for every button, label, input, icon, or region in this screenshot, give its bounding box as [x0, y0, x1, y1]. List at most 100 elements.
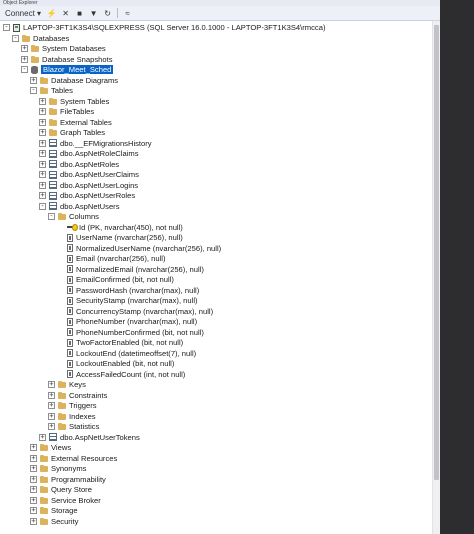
tree-node[interactable]: + Views — [30, 443, 71, 454]
tree-node-label: Triggers — [69, 401, 97, 411]
tree-node[interactable]: NormalizedUserName (nvarchar(256), null) — [57, 243, 221, 254]
tree-node[interactable]: PhoneNumber (nvarchar(max), null) — [57, 317, 197, 328]
expand-icon[interactable]: + — [39, 139, 46, 147]
tree-node[interactable]: + Indexes — [48, 411, 96, 422]
tree-node[interactable]: + Storage — [30, 506, 78, 517]
tree-node[interactable]: - Tables — [30, 86, 73, 97]
tree-node[interactable]: + Keys — [48, 380, 86, 391]
folder-icon — [49, 108, 57, 116]
tree-node-label: Database Snapshots — [42, 54, 113, 64]
tree-node[interactable]: + Database Diagrams — [30, 75, 118, 86]
collapse-icon[interactable]: - — [12, 34, 19, 42]
collapse-icon[interactable]: - — [48, 213, 55, 221]
tree-node[interactable]: UserName (nvarchar(256), null) — [57, 233, 183, 244]
tree-node[interactable]: - dbo.AspNetUsers — [39, 201, 120, 212]
tree-node[interactable]: SecurityStamp (nvarchar(max), null) — [57, 296, 198, 307]
expand-icon[interactable]: + — [48, 423, 55, 431]
tree-node[interactable]: PhoneNumberConfirmed (bit, not null) — [57, 327, 204, 338]
tree-node[interactable]: + dbo.AspNetRoleClaims — [39, 149, 139, 160]
tree-node[interactable]: + Database Snapshots — [21, 54, 113, 65]
refresh-icon[interactable]: ↻ — [102, 7, 113, 19]
filter-icon[interactable]: ▼ — [88, 7, 99, 19]
expand-icon[interactable]: + — [30, 444, 37, 452]
tree-node[interactable]: + Query Store — [30, 485, 92, 496]
expand-icon[interactable]: + — [39, 150, 46, 158]
expand-icon[interactable]: + — [30, 76, 37, 84]
stop-icon[interactable]: ■ — [74, 7, 85, 19]
tree-node[interactable]: + External Resources — [30, 453, 117, 464]
collapse-icon[interactable]: - — [30, 87, 37, 95]
tree-node[interactable]: + FileTables — [39, 107, 94, 118]
expand-icon[interactable]: + — [48, 381, 55, 389]
tree-node[interactable]: - Columns — [48, 212, 99, 223]
expand-icon[interactable]: + — [48, 402, 55, 410]
expand-icon[interactable]: + — [48, 412, 55, 420]
expand-icon[interactable]: + — [30, 454, 37, 462]
connect-button[interactable]: Connect ▾ — [3, 7, 43, 19]
tree-node[interactable]: - LAPTOP-3FT1K3S4\SQLEXPRESS (SQL Server … — [3, 23, 325, 34]
expand-icon[interactable]: + — [30, 465, 37, 473]
vertical-scrollbar[interactable] — [432, 21, 440, 534]
tree-node[interactable]: + dbo.AspNetUserRoles — [39, 191, 135, 202]
tree-node[interactable]: + dbo.AspNetUserLogins — [39, 180, 138, 191]
expand-icon[interactable]: + — [39, 118, 46, 126]
tree-node[interactable]: Id (PK, nvarchar(450), not null) — [57, 222, 183, 233]
expand-icon[interactable]: + — [39, 171, 46, 179]
tree-node[interactable]: TwoFactorEnabled (bit, not null) — [57, 338, 183, 349]
tree-node[interactable]: + Triggers — [48, 401, 97, 412]
tree-node[interactable]: + System Tables — [39, 96, 109, 107]
tree-node[interactable]: Email (nvarchar(256), null) — [57, 254, 165, 265]
collapse-icon[interactable]: - — [3, 24, 10, 32]
expand-icon[interactable]: + — [39, 192, 46, 200]
expand-icon[interactable]: + — [39, 160, 46, 168]
tree-node[interactable]: + dbo.AspNetRoles — [39, 159, 119, 170]
tree-node[interactable]: + Programmability — [30, 474, 106, 485]
tree-node[interactable]: + dbo.AspNetUserClaims — [39, 170, 139, 181]
folder-icon — [58, 412, 66, 420]
tree-node[interactable]: + dbo.__EFMigrationsHistory — [39, 138, 152, 149]
tree-node[interactable]: LockoutEnabled (bit, not null) — [57, 359, 174, 370]
folder-icon — [49, 129, 57, 137]
tree-node[interactable]: + Security — [30, 516, 78, 527]
tree-node[interactable]: EmailConfirmed (bit, not null) — [57, 275, 174, 286]
tree-node-label: PhoneNumber (nvarchar(max), null) — [76, 317, 198, 327]
tree-node[interactable]: NormalizedEmail (nvarchar(256), null) — [57, 264, 204, 275]
tree-node[interactable]: PasswordHash (nvarchar(max), null) — [57, 285, 199, 296]
expand-icon[interactable]: + — [39, 97, 46, 105]
expand-icon[interactable]: + — [21, 45, 28, 53]
tree-node[interactable]: + dbo.AspNetUserTokens — [39, 432, 140, 443]
tree-node[interactable]: + System Databases — [21, 44, 106, 55]
expand-icon[interactable]: + — [30, 517, 37, 525]
tree-node[interactable]: + Statistics — [48, 422, 99, 433]
object-explorer-tree[interactable]: - LAPTOP-3FT1K3S4\SQLEXPRESS (SQL Server … — [0, 21, 440, 534]
tree-node[interactable]: + Constraints — [48, 390, 107, 401]
activity-monitor-icon[interactable]: ≈ — [122, 7, 133, 19]
tree-node-label: EmailConfirmed (bit, not null) — [76, 275, 174, 285]
expand-icon[interactable]: + — [39, 433, 46, 441]
tree-node[interactable]: LockoutEnd (datetimeoffset(7), null) — [57, 348, 196, 359]
expand-icon[interactable]: + — [48, 391, 55, 399]
collapse-icon[interactable]: - — [21, 66, 28, 74]
expand-icon[interactable]: + — [30, 475, 37, 483]
expand-icon[interactable]: + — [30, 486, 37, 494]
tree-node[interactable]: + Graph Tables — [39, 128, 105, 139]
tree-node[interactable]: AccessFailedCount (int, not null) — [57, 369, 185, 380]
expand-icon[interactable]: + — [21, 55, 28, 63]
expand-icon[interactable]: + — [39, 181, 46, 189]
column-icon — [67, 275, 73, 284]
expand-icon[interactable]: + — [39, 108, 46, 116]
tree-node[interactable]: - Databases — [12, 33, 69, 44]
tree-node[interactable]: + External Tables — [39, 117, 112, 128]
tree-node[interactable]: + Service Broker — [30, 495, 101, 506]
tree-node[interactable]: - Blazor_Meet_Sched — [21, 65, 114, 76]
scrollbar-thumb[interactable] — [434, 25, 439, 480]
connect-object-icon[interactable]: ⚡ — [46, 7, 57, 19]
tree-node[interactable]: + Synonyms — [30, 464, 86, 475]
tree-node[interactable]: ConcurrencyStamp (nvarchar(max), null) — [57, 306, 213, 317]
disconnect-icon[interactable]: ✕ — [60, 7, 71, 19]
expand-icon[interactable]: + — [39, 129, 46, 137]
collapse-icon[interactable]: - — [39, 202, 46, 210]
expand-icon[interactable]: + — [30, 507, 37, 515]
column-icon — [67, 296, 73, 305]
expand-icon[interactable]: + — [30, 496, 37, 504]
